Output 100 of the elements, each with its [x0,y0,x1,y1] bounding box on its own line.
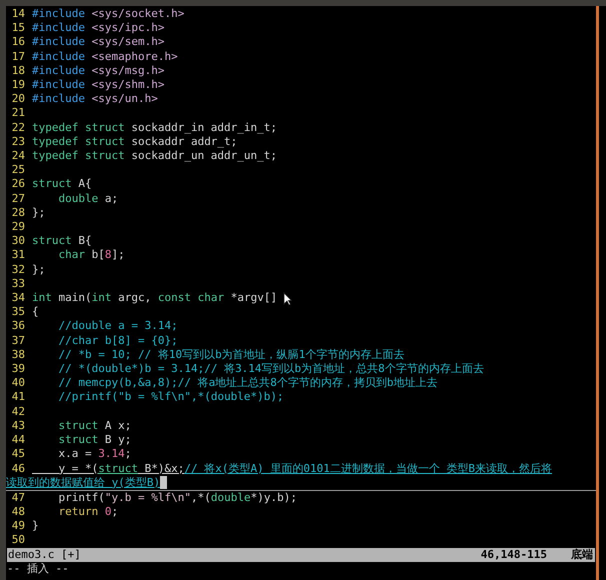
line-number: 28 [12,206,25,219]
code-comment: // memcpy(b,&a,8);// 将a地址上总共8个字节的内存，拷贝到b地址上去 [58,376,438,390]
code-comment: //printf("b = %lf\n",*(double*)b); [58,390,284,405]
type-keyword: struct [58,418,98,434]
code-text: y = *( [57,462,98,476]
line-number: 42 [12,404,25,418]
mode-indicator: -- 插入 -- [6,562,69,576]
code-text: sockaddr addr_t; [130,134,238,150]
line-number: 16 [12,35,25,48]
line-number: 29 [12,220,25,234]
line-number: 23 [12,134,25,148]
code-comment: // *b = 10; // 将10写到以b为首地址，纵膈1个字节的内存上面去 [58,348,404,362]
header-name: <sys/socket.h> [92,7,184,22]
line-number: 44 [12,433,25,446]
number-literal: 0 [104,505,112,520]
code-text: ; [124,447,132,462]
preprocessor-text: #include [32,35,85,50]
type-keyword: typedef struct [32,120,125,135]
code-text: ; [112,505,118,520]
mouse-pointer-icon [283,292,292,306]
string-literal: "y.b = %lf\n" [104,490,191,506]
code-text: } [32,519,39,534]
line-number: 22 [12,120,25,134]
line-number: 18 [12,64,25,77]
code-text: printf( [57,490,105,506]
line-number: 37 [12,334,25,347]
line-number: 17 [12,50,25,63]
header-name: <semaphore.h> [92,50,178,64]
type-keyword: struct [98,462,138,476]
type-keyword: int [32,291,52,306]
cursor-position: 46,148-115 [480,548,547,562]
number-literal: 3.14 [98,447,125,462]
line-number: 45 [12,447,25,460]
type-keyword: double [58,192,98,206]
header-name: <sys/shm.h> [92,78,164,92]
type-keyword: typedef struct [32,149,125,164]
header-name: <sys/msg.h> [92,64,164,78]
preprocessor-text: #include [32,50,85,64]
code-text: argc, [117,291,152,306]
type-keyword: struct [32,177,72,192]
line-number: 31 [12,248,25,262]
code-text: a; [104,192,118,206]
code-text: ,*( [190,490,211,506]
line-number: 25 [12,163,25,176]
line-number: 43 [12,418,25,432]
type-keyword: int [92,291,112,306]
code-text: A{ [77,177,92,192]
preprocessor-text: #include [32,64,85,78]
code-text: main( [57,291,92,306]
line-number: 36 [12,319,25,332]
code-comment: //double a = 3.14; [58,319,178,334]
preprocessor-text: #include [32,78,85,92]
code-text: B*)&x; [144,462,184,476]
code-comment: // 将x(类型A) 里面的0101二进制数据，当做一个 类型B来读取，然后将 [184,462,552,476]
code-text: A x; [104,418,132,434]
text-cursor [160,476,168,490]
line-number: 39 [12,362,25,376]
line-number: 35 [12,305,25,318]
line-number: 34 [12,291,25,304]
line-number: 38 [12,348,25,361]
preprocessor-text: #include [32,21,85,36]
preprocessor-text: #include [32,7,85,22]
line-number: 48 [12,505,25,518]
code-comment: //char b[8] = {0}; [58,334,178,348]
number-literal: 8 [104,248,112,263]
code-text: *)y.b); [250,490,297,506]
code-text: x.a = [57,447,93,462]
preprocessor-text: #include [32,92,85,106]
header-name: <sys/un.h> [92,92,158,106]
code-text: }; [32,262,46,277]
line-number: 14 [12,7,25,20]
line-number: 40 [12,376,25,390]
line-number: 49 [12,519,25,532]
line-number: 32 [12,262,25,276]
line-number: 41 [12,390,25,404]
type-keyword: struct [58,433,98,448]
line-number: 27 [12,192,25,205]
type-keyword: typedef struct [32,134,125,150]
line-number: 20 [12,92,25,106]
line-number: 24 [12,149,25,162]
code-text: b[ [90,248,105,263]
line-number: 46 [12,462,25,474]
code-text: }; [32,206,46,220]
line-number: 47 [12,490,25,504]
file-name: demo3.c [+] [7,548,81,562]
line-number: 15 [12,21,25,34]
code-comment: // *(double*)b = 3.14;// 将3.14写到以b为首地址，总共8个字节的内存上面去 [58,362,484,376]
code-text: ]; [112,248,125,263]
code-text: sockaddr_in addr_in_t; [130,120,278,135]
scroll-position: 底端 [571,548,593,562]
type-keyword: const char [158,291,224,306]
code-text: *argv[] [230,291,278,306]
type-keyword: struct [32,234,72,248]
header-name: <sys/sem.h> [92,35,164,50]
code-text: B y; [104,433,132,448]
line-number: 50 [12,533,25,546]
type-keyword: double [210,490,251,506]
code-comment: 读取到的数据赋值给 y(类型B) [6,476,160,490]
line-number: 30 [12,234,25,248]
line-number: 26 [12,177,25,190]
